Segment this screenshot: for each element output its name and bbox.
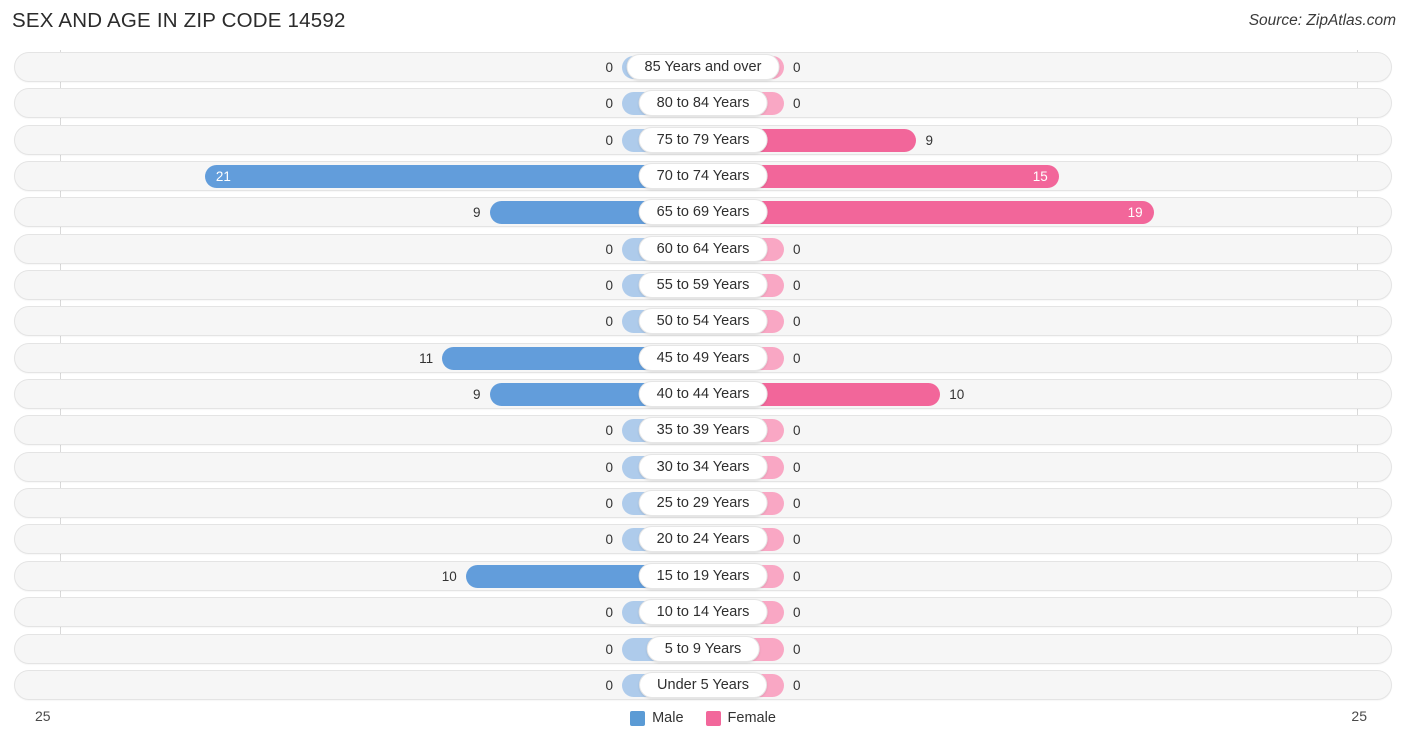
value-label-female: 0 [793,60,801,75]
legend-swatch-female [705,710,721,726]
value-label-male: 21 [215,169,231,185]
age-group-label: 45 to 49 Years [638,344,768,371]
value-label-female: 0 [793,241,801,257]
age-group-label: 15 to 19 Years [638,562,768,589]
chart-row: 0 0 60 to 64 Years [0,232,1406,268]
chart-row: 0 0 50 to 54 Years [0,304,1406,340]
chart-row: 0 0 35 to 39 Years [0,413,1406,449]
value-label-male: 11 [419,350,434,366]
age-group-label: 85 Years and over [626,54,780,80]
population-pyramid: 0 0 85 Years and over 0 0 80 to 84 Years 0 9 75 … [0,50,1406,705]
chart-row: 10 0 15 to 19 Years [0,559,1406,595]
value-label-female: 9 [925,132,933,148]
legend: Male Female [0,710,1406,726]
age-group-label: 70 to 74 Years [638,163,768,190]
age-group-label: 80 to 84 Years [638,90,768,117]
bar-male[interactable]: 21 [204,165,703,189]
value-label-male: 0 [605,532,613,548]
value-label-male: 0 [605,241,613,257]
value-label-female: 0 [793,350,801,366]
bar-female[interactable]: 19 [703,201,1154,225]
legend-swatch-male [630,710,646,726]
chart-row: 9 19 65 to 69 Years [0,195,1406,231]
value-label-male: 0 [605,314,613,330]
chart-page: SEX AND AGE IN ZIP CODE 14592 Source: Zi… [0,0,1406,740]
age-group-label: 50 to 54 Years [638,308,768,335]
age-group-label: 40 to 44 Years [638,381,768,408]
value-label-male: 9 [473,205,481,221]
age-group-label: 55 to 59 Years [638,272,768,299]
chart-row: 11 0 45 to 49 Years [0,341,1406,377]
value-label-female: 15 [1032,169,1048,185]
chart-row: 0 0 85 Years and over [0,50,1406,86]
age-group-label: 65 to 69 Years [638,199,768,226]
value-label-male: 0 [605,423,613,439]
value-label-male: 0 [605,60,613,75]
value-label-female: 0 [793,568,801,584]
value-label-male: 0 [605,96,613,112]
chart-row: 0 0 10 to 14 Years [0,595,1406,631]
legend-label-female: Female [727,710,776,726]
legend-item-female[interactable]: Female [705,710,776,726]
source-attribution: Source: ZipAtlas.com [1248,12,1396,29]
age-group-label: 25 to 29 Years [638,490,768,517]
legend-label-male: Male [652,710,684,726]
legend-item-male[interactable]: Male [630,710,684,726]
value-label-female: 0 [793,605,801,621]
chart-rows: 0 0 85 Years and over 0 0 80 to 84 Years 0 9 75 … [0,50,1406,704]
value-label-male: 0 [605,677,613,693]
value-label-male: 0 [605,605,613,621]
value-label-female: 0 [793,96,801,112]
value-label-male: 0 [605,278,613,294]
value-label-female: 0 [793,496,801,512]
chart-row: 0 0 5 to 9 Years [0,632,1406,668]
value-label-female: 0 [793,641,801,657]
value-label-female: 0 [793,314,801,330]
chart-row: 0 0 55 to 59 Years [0,268,1406,304]
age-group-label: 5 to 9 Years [646,635,760,662]
chart-row: 0 0 25 to 29 Years [0,486,1406,522]
value-label-female: 19 [1127,205,1143,221]
value-label-female: 0 [793,423,801,439]
value-label-female: 10 [949,387,965,403]
chart-row: 0 0 Under 5 Years [0,668,1406,704]
value-label-female: 0 [793,459,801,475]
age-group-label: 10 to 14 Years [638,599,768,626]
chart-row: 0 0 80 to 84 Years [0,86,1406,122]
value-label-female: 0 [793,278,801,294]
chart-row: 0 0 20 to 24 Years [0,522,1406,558]
age-group-label: 60 to 64 Years [638,235,768,262]
chart-row: 9 10 40 to 44 Years [0,377,1406,413]
age-group-label: 20 to 24 Years [638,526,768,553]
value-label-male: 0 [605,641,613,657]
value-label-male: 0 [605,496,613,512]
value-label-female: 0 [793,532,801,548]
age-group-label: Under 5 Years [639,671,767,698]
value-label-female: 0 [793,677,801,693]
age-group-label: 75 to 79 Years [638,126,768,153]
chart-row: 0 0 30 to 34 Years [0,450,1406,486]
chart-row: 0 9 75 to 79 Years [0,123,1406,159]
value-label-male: 9 [473,387,481,403]
value-label-male: 10 [441,568,457,584]
chart-row: 21 15 70 to 74 Years [0,159,1406,195]
value-label-male: 0 [605,132,613,148]
age-group-label: 35 to 39 Years [638,417,768,444]
age-group-label: 30 to 34 Years [638,453,768,480]
value-label-male: 0 [605,459,613,475]
page-title: SEX AND AGE IN ZIP CODE 14592 [12,9,346,32]
